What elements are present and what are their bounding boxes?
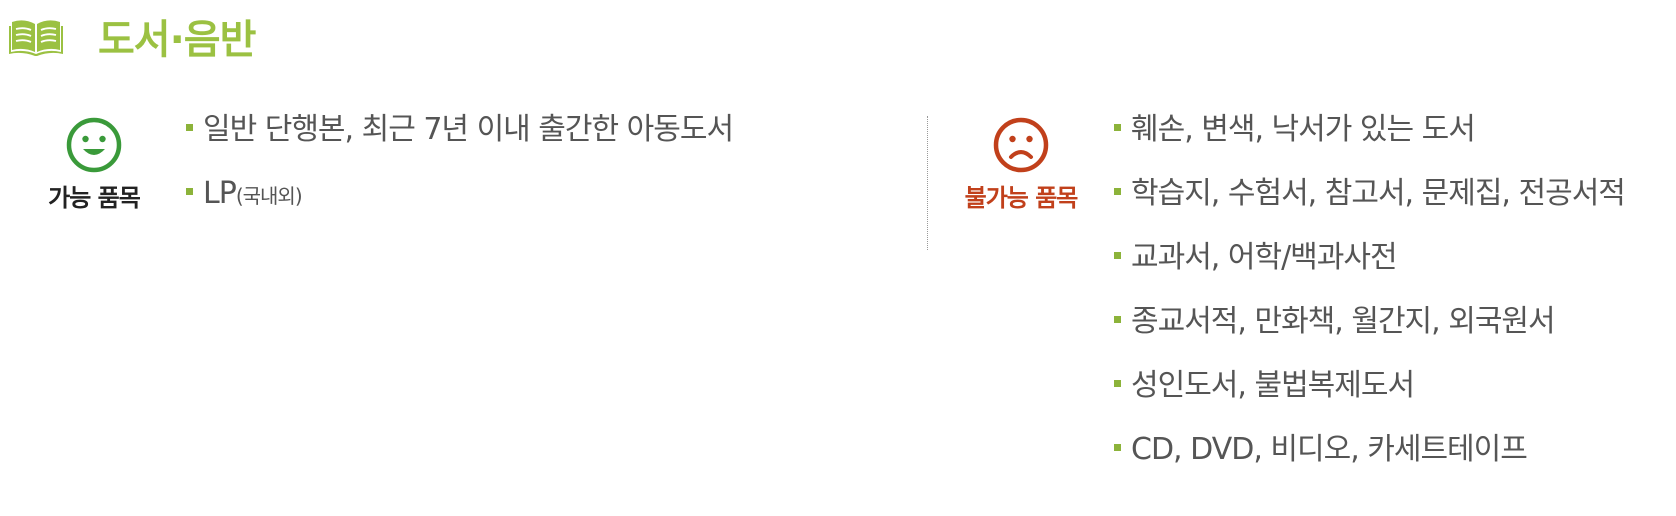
- allowed-label: 가능 품목: [48, 184, 141, 212]
- frown-face-icon: [993, 117, 1049, 173]
- section-header: 도서·음반: [8, 6, 256, 66]
- list-item: 종교서적, 만화책, 월간지, 외국원서: [1114, 290, 1625, 354]
- bullet-icon: [1114, 444, 1121, 451]
- bullet-icon: [186, 124, 193, 131]
- list-item: 성인도서, 불법복제도서: [1114, 354, 1625, 418]
- denied-badge: 불가능 품목: [948, 116, 1094, 213]
- list-item: 일반 단행본, 최근 7년 이내 출간한 아동도서: [186, 98, 734, 162]
- bullet-icon: [1114, 316, 1121, 323]
- smile-face-icon: [66, 117, 122, 173]
- list-item-text: 종교서적, 만화책, 월간지, 외국원서: [1131, 304, 1556, 339]
- list-item: 학습지, 수험서, 참고서, 문제집, 전공서적: [1114, 162, 1626, 226]
- list-item-text: 교과서, 어학/백과사전: [1131, 240, 1398, 275]
- list-item-text: 일반 단행본, 최근 7년 이내 출간한 아동도서: [203, 112, 734, 147]
- list-item-text: LP: [203, 176, 237, 211]
- list-item-text: CD, DVD, 비디오, 카세트테이프: [1131, 432, 1528, 467]
- list-item-note: (국내외): [235, 184, 303, 208]
- list-item-text: 성인도서, 불법복제도서: [1131, 368, 1415, 403]
- denied-list: 훼손, 변색, 낙서가 있는 도서 학습지, 수험서, 참고서, 문제집, 전공…: [1114, 112, 1626, 482]
- list-item: 교과서, 어학/백과사전: [1114, 226, 1625, 290]
- bullet-icon: [1114, 380, 1121, 387]
- denied-label: 불가능 품목: [964, 184, 1079, 212]
- list-item: CD, DVD, 비디오, 카세트테이프: [1114, 418, 1625, 482]
- list-item: LP(국내외): [186, 162, 733, 226]
- bullet-icon: [1114, 124, 1121, 131]
- section-title: 도서·음반: [98, 17, 256, 63]
- bullet-icon: [186, 188, 193, 195]
- bullet-icon: [1114, 188, 1121, 195]
- list-item-text: 학습지, 수험서, 참고서, 문제집, 전공서적: [1131, 176, 1626, 211]
- column-divider: [927, 116, 928, 250]
- list-item: 훼손, 변색, 낙서가 있는 도서: [1114, 98, 1625, 162]
- allowed-badge: 가능 품목: [34, 116, 154, 213]
- book-icon: [9, 20, 63, 56]
- allowed-list: 일반 단행본, 최근 7년 이내 출간한 아동도서 LP(국내외): [186, 112, 734, 226]
- bullet-icon: [1114, 252, 1121, 259]
- list-item-text: 훼손, 변색, 낙서가 있는 도서: [1131, 112, 1476, 147]
